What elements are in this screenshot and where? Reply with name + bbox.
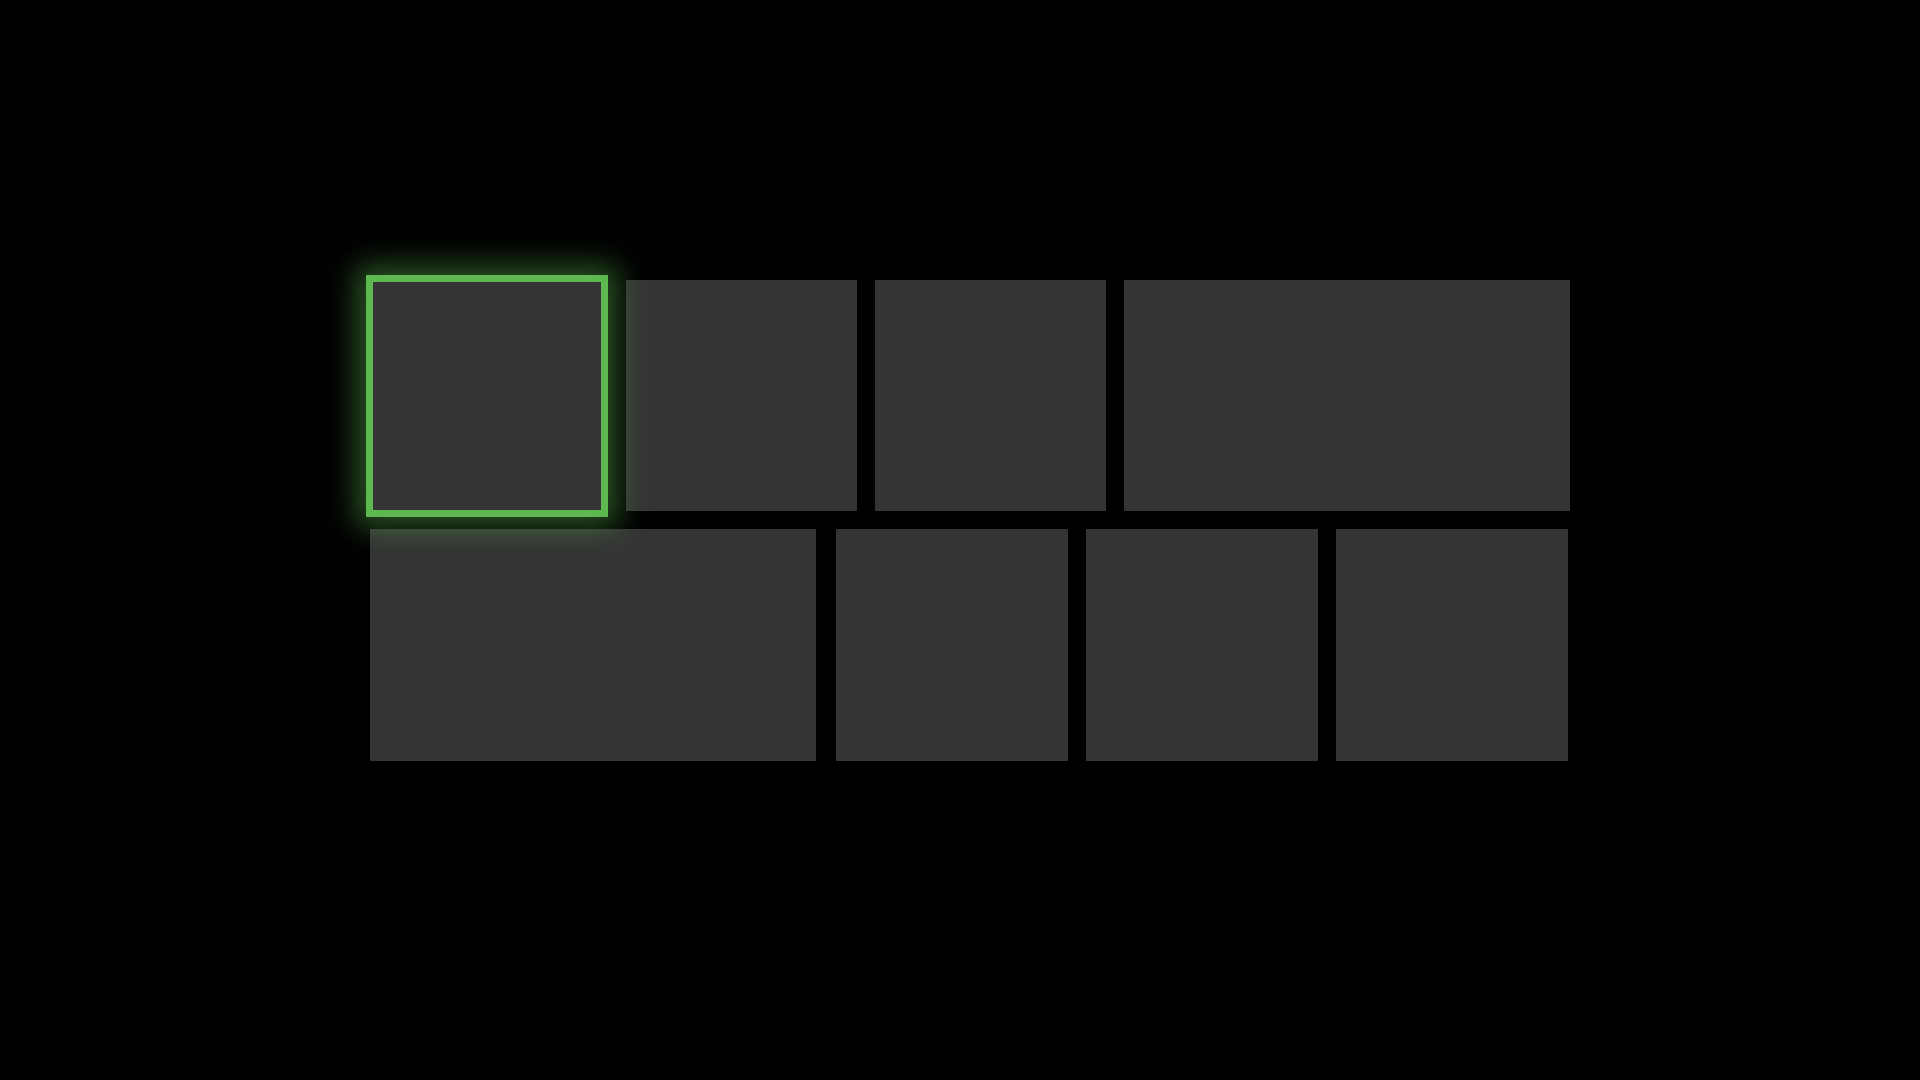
tile-4[interactable] <box>1124 280 1570 511</box>
tile-8[interactable] <box>1336 529 1568 761</box>
home-screen <box>0 0 1920 1080</box>
tile-5[interactable] <box>370 529 816 761</box>
tile-6[interactable] <box>836 529 1068 761</box>
tile-3[interactable] <box>875 280 1106 511</box>
tile-2[interactable] <box>626 280 857 511</box>
tile-1[interactable] <box>366 275 608 517</box>
tile-7[interactable] <box>1086 529 1318 761</box>
